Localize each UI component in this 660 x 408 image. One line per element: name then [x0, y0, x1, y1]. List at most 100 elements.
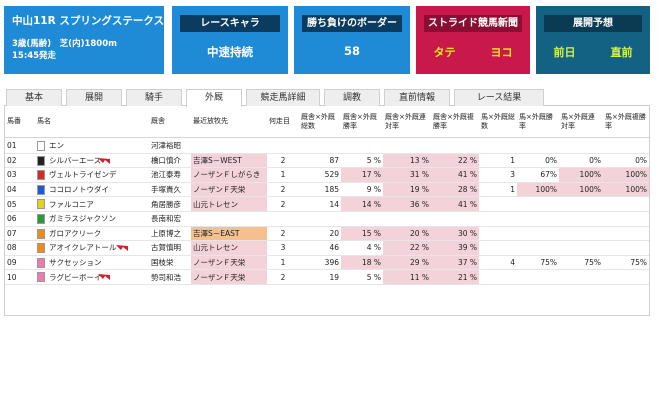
- frame-color-marker: [37, 257, 45, 268]
- frame-color-marker: [37, 272, 45, 283]
- tab-gaikyu[interactable]: 外厩: [186, 89, 242, 107]
- header-c2: 厩舎×外厩勝率: [343, 112, 377, 130]
- forecast-prev-day-link[interactable]: 前日: [536, 44, 593, 60]
- cell-c1: 20: [329, 228, 339, 238]
- cell-stable: 上原博之: [151, 228, 181, 238]
- table-row[interactable]: 04 ココロノトウダイ 手塚貴久 ノーザンＦ天栄 2 185 9 % 19 % 28 % 1 100…: [5, 182, 649, 198]
- cell-c3: 13 %: [383, 153, 431, 168]
- tab-jockey[interactable]: 騎手: [126, 89, 182, 106]
- cell-farm: ノーザンＦ天栄: [191, 255, 267, 270]
- horse-name-link[interactable]: シルバーエース: [35, 154, 149, 168]
- cell-c2: 5 %: [366, 272, 381, 282]
- horse-number: 09: [7, 258, 17, 268]
- cell-c4: 41 %: [431, 197, 479, 211]
- horse-name-link[interactable]: サクセッション: [35, 256, 149, 270]
- table-row[interactable]: 06 ガミラスジャクソン 長南和宏: [5, 212, 649, 227]
- table-row[interactable]: 08 アオイクレアトール 古賀慎明 山元トレセン 3 46 4 % 22 % 39 %: [5, 241, 649, 256]
- cell-c4: [431, 212, 479, 226]
- cell-c4: 41 %: [431, 168, 479, 182]
- cell-c4: 30 %: [431, 226, 479, 241]
- frame-color-marker: [37, 170, 45, 181]
- cell-run: 2: [280, 155, 286, 165]
- header-h2: 馬×外厩勝率: [519, 112, 553, 130]
- cell-h4: 100%: [603, 182, 649, 197]
- cell-stable: 手塚貴久: [151, 185, 181, 195]
- cell-c2: 15 %: [341, 226, 383, 241]
- cell-h3: [559, 212, 603, 226]
- race-info-card: 中山11R スプリングステークス 3歳(馬齢) 芝(内)1800m 15:45発…: [4, 6, 164, 74]
- cell-c4: 21 %: [431, 270, 479, 284]
- table-row[interactable]: 02 シルバーエース 橋口慎介 吉澤S－WEST 2 87 5 % 13 % 22 % 1 0% 0%…: [5, 153, 649, 169]
- cell-stable: 角居勝彦: [151, 199, 181, 209]
- border-label: 勝ち負けのボーダー: [302, 15, 402, 32]
- horse-name-link[interactable]: アオイクレアトール: [35, 241, 149, 255]
- cell-c3: [383, 212, 431, 226]
- stride-yoko-link[interactable]: ヨコ: [473, 44, 530, 60]
- border-card: 勝ち負けのボーダー 58: [294, 6, 410, 74]
- table-row[interactable]: 09 サクセッション 国枝栄 ノーザンＦ天栄 1 396 18 % 29 % 37 % 4 75% 7…: [5, 255, 649, 271]
- cell-h2: [517, 227, 559, 241]
- frame-color-marker: [37, 199, 45, 210]
- cell-h3: 0%: [589, 155, 601, 165]
- cell-h1: 1: [510, 185, 515, 195]
- tab-race-result[interactable]: レース結果: [454, 89, 544, 106]
- cell-h2: [517, 212, 559, 226]
- cell-c3: 22 %: [383, 241, 431, 255]
- cell-farm: [191, 212, 267, 226]
- stride-tate-link[interactable]: タテ: [416, 44, 473, 60]
- frame-color-marker: [37, 214, 45, 224]
- tab-basic[interactable]: 基本: [6, 89, 62, 106]
- race-character-label: レースキャラ: [180, 15, 280, 32]
- tab-bar: 基本 展開 騎手 外厩 競走馬詳細 調教 直前情報 レース結果: [4, 89, 650, 107]
- cell-c4: 37 %: [431, 255, 479, 270]
- cell-run: [267, 212, 299, 226]
- table-row[interactable]: 03 ヴェルトライゼンデ 池江泰寿 ノーザンＦしがらき 1 529 17 % 31 % 41 %…: [5, 168, 649, 183]
- tab-tenkai[interactable]: 展開: [66, 89, 122, 106]
- horse-number: 07: [7, 228, 17, 238]
- cell-stable: 古賀慎明: [151, 243, 181, 253]
- header-c4: 厩舎×外厩複勝率: [433, 112, 474, 130]
- tab-latest-info[interactable]: 直前情報: [384, 89, 450, 106]
- cell-run: [267, 139, 299, 153]
- horse-name-link[interactable]: ファルコニア: [35, 197, 149, 211]
- cell-h3: [559, 139, 603, 153]
- cell-c2: 18 %: [341, 255, 383, 270]
- cell-c1: [299, 139, 341, 153]
- cell-farm: 山元トレセン: [191, 197, 267, 211]
- cell-h2: 100%: [517, 182, 559, 197]
- horse-name-link[interactable]: ココロノトウダイ: [35, 183, 149, 197]
- header-no: 馬番: [7, 117, 21, 125]
- horse-name-link[interactable]: ガミラスジャクソン: [35, 212, 149, 226]
- horse-name-link[interactable]: ガロアクリーク: [35, 227, 149, 241]
- cell-h3: [559, 270, 603, 284]
- forecast-label: 展開予想: [544, 15, 642, 32]
- cell-c3: 36 %: [383, 197, 431, 211]
- cell-h1: 3: [510, 170, 515, 180]
- trend-down-icon: [98, 157, 110, 164]
- table-row[interactable]: 05 ファルコニア 角居勝彦 山元トレセン 2 14 14 % 36 % 41 %: [5, 197, 649, 212]
- table-row[interactable]: 07 ガロアクリーク 上原博之 吉澤S－EAST 2 20 15 % 20 % 30 %: [5, 226, 649, 242]
- border-value: 58: [343, 44, 360, 58]
- cell-run: 1: [280, 170, 286, 180]
- cell-c1: 185: [324, 185, 339, 195]
- horse-name-link[interactable]: ラグビーボーイ: [35, 270, 149, 284]
- cell-h2: [517, 197, 559, 211]
- cell-farm: 山元トレセン: [191, 241, 267, 255]
- horse-name-link[interactable]: ヴェルトライゼンデ: [35, 168, 149, 182]
- horse-number: 06: [7, 214, 17, 224]
- table-row[interactable]: 01 エン 河津裕昭: [5, 139, 649, 154]
- cell-h3: [559, 227, 603, 241]
- gaikyu-table: 馬番 馬名 厩舎 最近放牧先 何走目 厩舎×外厩総数 厩舎×外厩勝率 厩舎×外厩…: [4, 106, 650, 316]
- cell-h4: 0%: [635, 155, 647, 165]
- horse-number: 05: [7, 199, 17, 209]
- forecast-just-before-link[interactable]: 直前: [593, 44, 650, 60]
- cell-run: 2: [280, 199, 286, 209]
- cell-stable: 池江泰寿: [151, 170, 181, 180]
- cell-c4: [431, 139, 479, 153]
- tab-training[interactable]: 調教: [324, 89, 380, 106]
- horse-name-link[interactable]: エン: [35, 139, 149, 153]
- race-conditions: 3歳(馬齢) 芝(内)1800m: [12, 39, 117, 49]
- table-row[interactable]: 10 ラグビーボーイ 勢司和浩 ノーザンＦ天栄 2 19 5 % 11 % 21 %: [5, 270, 649, 285]
- cell-run: 1: [280, 258, 286, 268]
- tab-horse-detail[interactable]: 競走馬詳細: [246, 89, 320, 106]
